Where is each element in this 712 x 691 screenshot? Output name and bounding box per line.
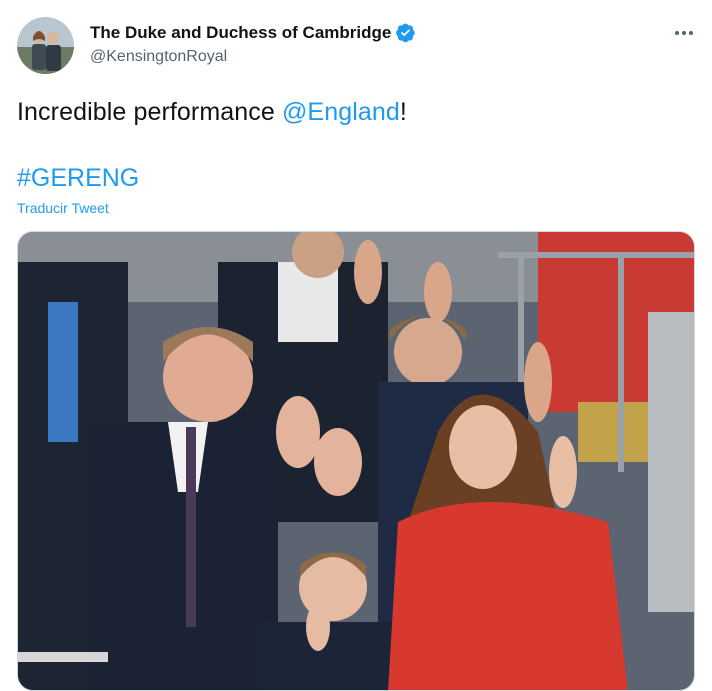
mention-link[interactable]: @England [282, 98, 400, 126]
verified-badge-icon [396, 23, 416, 43]
author-display-name[interactable]: The Duke and Duchess of Cambridge [90, 23, 391, 43]
photo-illustration [18, 232, 694, 690]
tweet-text-end: ! [399, 98, 407, 126]
profile-photo-icon [17, 17, 74, 74]
more-horizontal-icon [675, 31, 693, 35]
tweet-text: Incredible performance @England! [17, 96, 407, 128]
hashtag-link[interactable]: #GERENG [17, 162, 139, 194]
translate-tweet-link[interactable]: Traducir Tweet [17, 200, 109, 216]
author-name-row: The Duke and Duchess of Cambridge [90, 22, 416, 43]
avatar[interactable] [17, 17, 74, 74]
author-handle[interactable]: @KensingtonRoyal [90, 48, 227, 66]
tweet-photo[interactable] [17, 231, 695, 691]
more-options-button[interactable] [664, 18, 704, 48]
tweet-text-part: Incredible performance [17, 98, 282, 126]
